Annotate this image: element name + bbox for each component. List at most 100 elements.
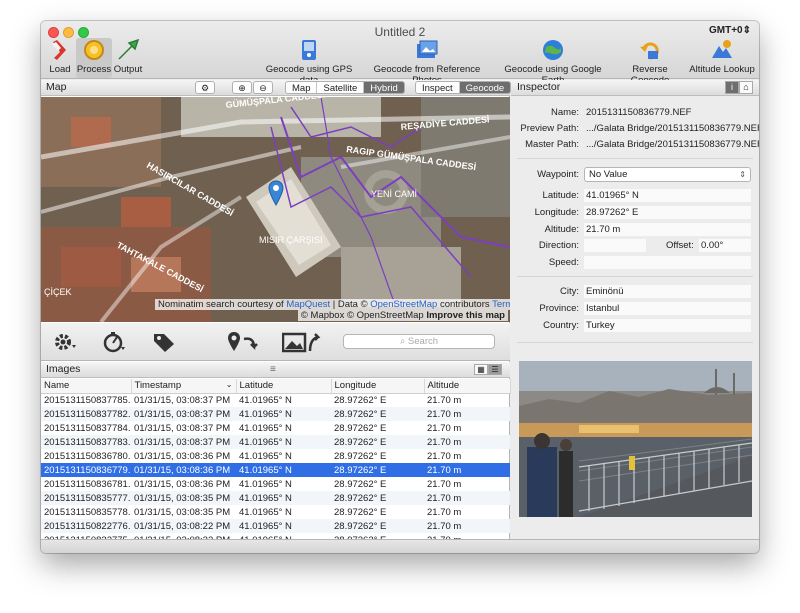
load-button[interactable]: Load — [46, 38, 74, 78]
cell-name: 2015131150835778... — [44, 506, 131, 518]
timer-icon[interactable] — [101, 331, 127, 353]
tag-icon[interactable] — [152, 331, 178, 353]
process-label: Process — [76, 64, 112, 75]
cell-timestamp: 01/31/15, 03:08:37 PM — [131, 407, 236, 421]
info-tab-icon[interactable]: i — [725, 81, 739, 94]
cell-longitude: 28.97262° E — [334, 478, 387, 490]
improve-map-link[interactable]: Improve this map — [426, 310, 505, 321]
timezone-selector[interactable]: GMT+0⇕ — [709, 25, 751, 36]
load-label: Load — [49, 64, 71, 75]
table-row[interactable]: 2015131150822776... 01/31/15, 03:08:22 PM… — [41, 519, 510, 533]
process-button[interactable]: Process — [76, 38, 112, 78]
inspector-tabs: i ⌂ — [725, 81, 753, 94]
street-label: ÇİÇEK — [44, 287, 72, 297]
cell-timestamp: 01/31/15, 03:08:35 PM — [134, 506, 231, 518]
tag-tab-icon[interactable]: ⌂ — [739, 81, 753, 94]
country-field[interactable]: Turkey — [584, 319, 751, 332]
table-row[interactable]: 2015131150836779... 01/31/15, 03:08:36 PM… — [41, 463, 510, 477]
altitude-lookup-button[interactable]: Altitude Lookup — [689, 38, 755, 78]
resize-handle-icon[interactable]: ≡ — [270, 362, 276, 377]
inspector-divider — [517, 342, 753, 343]
altitude-icon — [712, 40, 732, 58]
gps-geocode-icon — [302, 40, 316, 60]
table-header-row: Name Timestamp ⌄ Latitude Longitude Altit… — [41, 379, 511, 394]
geocode-gps-button[interactable]: Geocode using GPS data — [259, 38, 359, 86]
cell-latitude: 41.01965° N — [239, 506, 292, 518]
chevron-updown-icon: ⇕ — [739, 170, 746, 179]
speed-field[interactable] — [584, 256, 751, 269]
master-path-value: .../Galata Bridge/2015131150836779.NEF — [586, 139, 759, 150]
location-pin-icon[interactable] — [268, 180, 284, 206]
cell-name: 2015131150822776... — [41, 519, 131, 533]
geocode-reference-button[interactable]: Geocode from Reference Photos — [362, 38, 492, 86]
pin-apply-icon[interactable] — [226, 331, 262, 353]
street-label: MISIR ÇARŞISI — [259, 235, 323, 245]
waypoint-select[interactable]: No Value ⇕ — [584, 167, 751, 182]
column-latitude[interactable]: Latitude — [236, 379, 332, 394]
direction-field[interactable] — [584, 239, 646, 252]
osm-link[interactable]: OpenStreetMap — [370, 299, 437, 310]
gear-menu-icon[interactable] — [52, 331, 78, 353]
city-field[interactable]: Eminönü — [584, 285, 751, 298]
cell-latitude: 41.01965° N — [236, 491, 331, 505]
zoom-in-button[interactable]: ⊕ — [232, 81, 252, 94]
cell-altitude: 21.70 m — [424, 435, 510, 449]
table-row[interactable]: 2015131150837785... 01/31/15, 03:08:37 PM… — [41, 393, 510, 407]
province-label: Province: — [539, 303, 579, 314]
table-row[interactable]: 2015131150835778... 01/31/15, 03:08:35 PM… — [41, 505, 510, 519]
altitude-label: Altitude: — [544, 224, 579, 235]
google-earth-icon — [543, 40, 563, 60]
map-search-input[interactable]: ⌕ Search — [343, 334, 495, 349]
cell-longitude: 28.97262° E — [331, 407, 424, 421]
offset-field[interactable]: 0.00° — [699, 239, 751, 252]
view-satellite-option[interactable]: Satellite — [317, 82, 365, 93]
master-path-label: Master Path: — [525, 139, 579, 150]
map-panel-header: Map ⚙ ⊕ ⊖ Map Satellite Hybrid Inspect G… — [41, 80, 512, 96]
table-row[interactable]: 2015131150835777... 01/31/15, 03:08:35 PM… — [41, 491, 510, 505]
search-placeholder: Search — [407, 336, 439, 347]
inspector-header: Inspector i ⌂ — [511, 80, 759, 96]
photo-preview — [519, 361, 752, 517]
table-row[interactable]: 2015131150836780... 01/31/15, 03:08:36 PM… — [41, 449, 510, 463]
cell-latitude: 41.01965° N — [236, 407, 331, 421]
column-longitude[interactable]: Longitude — [331, 379, 425, 394]
name-value: 2015131150836779.NEF — [586, 107, 692, 118]
cell-name: 2015131150836780... — [44, 450, 131, 462]
satellite-map[interactable]: GÜMÜŞPALA CADDESİ REŞADİYE CADDESİ RAGIP… — [41, 97, 510, 322]
app-window: Untitled 2 GMT+0⇕ Load Process Output Ge… — [41, 21, 759, 553]
mode-inspect-option[interactable]: Inspect — [416, 82, 460, 93]
view-map-option[interactable]: Map — [286, 82, 318, 93]
longitude-field[interactable]: 28.97262° E — [584, 206, 751, 219]
reference-photos-icon — [417, 40, 438, 58]
view-hybrid-option[interactable]: Hybrid — [364, 82, 404, 93]
table-row[interactable]: 2015131150837783... 01/31/15, 03:08:37 PM… — [41, 435, 510, 449]
altitude-field[interactable]: 21.70 m — [584, 223, 751, 236]
table-row[interactable]: 2015131150836781... 01/31/15, 03:08:36 PM… — [41, 477, 510, 491]
cell-name: 2015131150837785... — [44, 394, 131, 406]
cell-altitude: 21.70 m — [427, 394, 462, 406]
latitude-field[interactable]: 41.01965° N — [584, 189, 751, 202]
table-row[interactable]: 2015131150837782... 01/31/15, 03:08:37 PM… — [41, 407, 510, 421]
mapquest-link[interactable]: MapQuest — [286, 299, 330, 310]
reverse-geocode-button[interactable]: Reverse Geocode — [613, 38, 687, 86]
column-altitude[interactable]: Altitude — [424, 379, 511, 394]
column-timestamp[interactable]: Timestamp ⌄ — [131, 379, 237, 394]
output-button[interactable]: Output — [113, 38, 143, 78]
images-panel-header: Images ≡ ▦ ☰ — [41, 362, 510, 378]
waypoint-value: No Value — [589, 169, 628, 180]
attribution-prefix: Nominatim search courtesy of — [158, 299, 284, 310]
grid-view-button[interactable]: ▦ — [474, 364, 488, 375]
photo-apply-icon[interactable] — [282, 331, 322, 353]
province-field[interactable]: Istanbul — [584, 302, 751, 315]
mode-geocode-option[interactable]: Geocode — [459, 82, 511, 93]
table-row[interactable]: 2015131150837784... 01/31/15, 03:08:37 PM… — [41, 421, 510, 435]
geocode-google-earth-button[interactable]: Geocode using Google Earth — [495, 38, 611, 86]
map-settings-button[interactable]: ⚙ — [195, 81, 215, 94]
map-panel-title: Map — [46, 81, 67, 93]
cell-latitude: 41.01965° N — [236, 519, 331, 533]
list-view-button[interactable]: ☰ — [488, 364, 502, 375]
column-name[interactable]: Name — [41, 379, 132, 394]
cell-name: 2015131150837782... — [41, 407, 131, 421]
cell-altitude: 21.70 m — [427, 422, 462, 434]
zoom-out-button[interactable]: ⊖ — [253, 81, 273, 94]
